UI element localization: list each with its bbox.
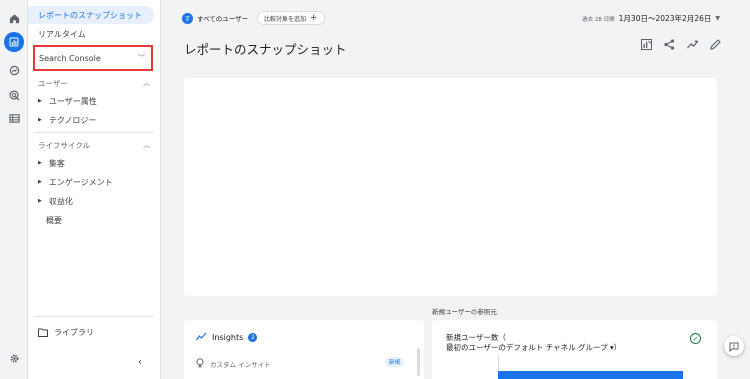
plus-icon: + bbox=[310, 13, 318, 23]
sidebar-item-label: リアルタイム bbox=[38, 29, 86, 39]
sidebar-section-label: ユーザー bbox=[38, 78, 68, 88]
main-content: す すべてのユーザー 比較対象を追加 + 過去 28 日間 1月30日～2023… bbox=[162, 0, 750, 379]
sidebar-item-overview[interactable]: 概要 bbox=[28, 211, 160, 229]
sidebar-section-user[interactable]: ユーザー ︿ bbox=[28, 74, 160, 92]
sidebar-item-realtime[interactable]: リアルタイム bbox=[28, 25, 160, 43]
sidebar-item-label: レポートのスナップショット bbox=[38, 10, 142, 20]
sidebar-item-label: テクノロジー bbox=[48, 115, 97, 125]
customize-report-icon[interactable] bbox=[640, 38, 653, 51]
expand-arrow-icon: ▶ bbox=[38, 160, 42, 166]
new-user-source-card: 新規ユーザー数（ 最初のユーザーのデフォルト チャネル グループ ▾） ✓ bbox=[432, 320, 717, 379]
home-icon[interactable] bbox=[6, 10, 22, 26]
nav-rail bbox=[0, 0, 28, 379]
sidebar-item-label: 概要 bbox=[46, 215, 62, 225]
collapse-sidebar-icon[interactable]: ‹ bbox=[138, 357, 142, 368]
audience-chip[interactable]: す すべてのユーザー bbox=[182, 11, 248, 25]
custom-insight-row[interactable]: カスタム インサイト 新規 bbox=[196, 357, 404, 370]
sidebar-section-lifecycle[interactable]: ライフサイクル ︿ bbox=[28, 136, 160, 154]
sidebar-item-library[interactable]: ライブラリ bbox=[28, 323, 160, 341]
page-title: レポートのスナップショット bbox=[184, 42, 347, 57]
date-range-picker[interactable]: 過去 28 日間 1月30日～2023年2月26日 ▼ bbox=[582, 13, 720, 24]
reports-icon[interactable] bbox=[4, 32, 24, 52]
audience-avatar: す bbox=[182, 12, 193, 24]
chart-bar bbox=[498, 371, 683, 379]
divider bbox=[34, 132, 154, 133]
insights-card: Insights 2 カスタム インサイト 新規 bbox=[184, 320, 424, 379]
chevron-up-icon: ︿ bbox=[143, 79, 150, 87]
date-range-caption: 過去 28 日間 bbox=[582, 16, 615, 23]
chevron-up-icon: ︿ bbox=[143, 141, 150, 149]
caret-down-icon: ▼ bbox=[715, 15, 720, 22]
new-badge: 新規 bbox=[384, 357, 404, 367]
sidebar-item-label: 収益化 bbox=[48, 196, 73, 206]
referral-section-title: 新規ユーザーの参照元 bbox=[432, 308, 497, 316]
expand-arrow-icon: ▶ bbox=[38, 117, 42, 123]
add-comparison-label: 比較対象を追加 bbox=[264, 15, 307, 23]
expand-arrow-icon: ▶ bbox=[38, 98, 42, 104]
title-toolbar bbox=[640, 38, 722, 51]
folder-icon bbox=[38, 328, 48, 337]
insights-header[interactable]: Insights 2 bbox=[196, 332, 258, 343]
feedback-icon bbox=[729, 337, 739, 356]
divider bbox=[34, 316, 154, 317]
check-circle-icon: ✓ bbox=[690, 333, 701, 344]
sidebar-item-reports-snapshot[interactable]: レポートのスナップショット bbox=[28, 6, 154, 24]
dimension-selector[interactable]: 最初のユーザーのデフォルト チャネル グループ ▾） bbox=[446, 342, 621, 353]
configure-icon[interactable] bbox=[6, 110, 22, 126]
date-range-value: 1月30日～2023年2月26日 bbox=[618, 14, 712, 23]
expand-arrow-icon: ▶ bbox=[38, 179, 42, 185]
sidebar-item-label: Search Console bbox=[39, 53, 101, 63]
sidebar-item-label: 集客 bbox=[48, 158, 65, 168]
sidebar-item-engagement[interactable]: ▶ エンゲージメント bbox=[28, 173, 160, 191]
sidebar-section-label: ライフサイクル bbox=[38, 140, 91, 150]
sidebar-item-search-console[interactable]: Search Console ﹀ bbox=[33, 45, 153, 71]
add-comparison-button[interactable]: 比較対象を追加 + bbox=[257, 11, 325, 25]
chevron-down-icon: ﹀ bbox=[138, 54, 145, 62]
lightbulb-icon bbox=[196, 358, 204, 370]
sidebar-item-label: ライブラリ bbox=[54, 327, 94, 337]
audience-label: すべてのユーザー bbox=[197, 15, 249, 23]
edit-pencil-icon[interactable] bbox=[709, 38, 722, 51]
settings-icon[interactable] bbox=[6, 350, 22, 366]
top-bar: す すべてのユーザー 比較対象を追加 + 過去 28 日間 1月30日～2023… bbox=[162, 8, 750, 28]
custom-insight-label: カスタム インサイト bbox=[210, 361, 271, 369]
insights-count-badge: 2 bbox=[248, 333, 258, 342]
sidebar-item-label: ユーザー属性 bbox=[48, 96, 97, 106]
sidebar-item-label: エンゲージメント bbox=[48, 177, 113, 187]
sidebar-item-demographics[interactable]: ▶ ユーザー属性 bbox=[28, 92, 160, 110]
expand-arrow-icon: ▶ bbox=[38, 198, 42, 204]
insights-title: Insights bbox=[212, 333, 244, 342]
sidebar-item-tech[interactable]: ▶ テクノロジー bbox=[28, 111, 160, 129]
insights-scrollbar[interactable] bbox=[417, 348, 420, 376]
insights-sparkline-icon[interactable] bbox=[686, 38, 699, 51]
advertising-icon[interactable] bbox=[6, 87, 22, 103]
sidebar-item-monetization[interactable]: ▶ 収益化 bbox=[28, 192, 160, 210]
sidebar-item-acquisition[interactable]: ▶ 集客 bbox=[28, 154, 160, 172]
explore-icon[interactable] bbox=[6, 62, 22, 78]
share-icon[interactable] bbox=[663, 38, 676, 51]
feedback-button[interactable] bbox=[724, 336, 744, 356]
insights-trend-icon bbox=[196, 332, 207, 343]
snapshot-card bbox=[184, 78, 717, 296]
